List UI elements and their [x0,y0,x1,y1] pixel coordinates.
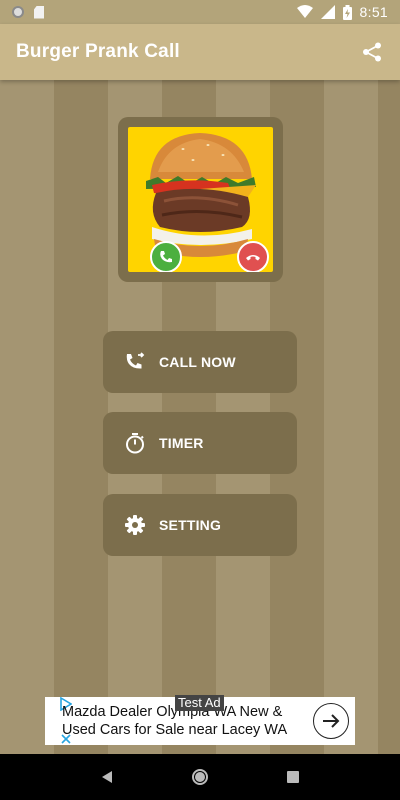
circle-icon [12,6,24,18]
home-button[interactable] [188,765,212,789]
arrow-right-icon [323,714,340,728]
battery-charging-icon [342,4,352,20]
burger-image [128,127,273,272]
caller-image-frame [118,117,283,282]
home-icon [191,769,208,785]
call-now-label: CALL NOW [159,354,236,370]
ad-line-2: Used Cars for Sale near Lacey WA [62,722,288,738]
timer-button[interactable]: TIMER [103,412,297,474]
back-icon [101,771,112,783]
wifi-icon [296,5,313,18]
setting-label: SETTING [159,517,222,533]
back-button[interactable] [95,765,119,789]
clock: 8:51 [359,4,388,20]
call-now-button[interactable]: CALL NOW [103,331,297,393]
gear-icon [123,513,147,537]
ad-banner[interactable]: Mazda Dealer Olympia WA New & Used Cars … [45,695,355,745]
share-button[interactable] [360,40,384,64]
app-bar: Burger Prank Call [0,24,400,80]
setting-button[interactable]: SETTING [103,494,297,556]
recents-icon [287,771,300,783]
timer-icon [123,431,147,455]
status-bar: 8:51 [0,0,400,24]
phone-forward-icon [123,350,147,374]
recents-button[interactable] [281,765,305,789]
timer-label: TIMER [159,435,204,451]
answer-call-icon [150,241,182,272]
signal-icon [320,5,335,19]
app-title: Burger Prank Call [16,41,180,62]
main-content: CALL NOW TIMER SETTING Mazda Dealer Olym… [0,80,400,754]
system-nav-bar [0,754,400,800]
decline-call-icon [237,241,269,272]
share-icon [363,42,381,62]
ad-arrow-button[interactable] [313,703,349,739]
sd-card-icon [34,5,44,19]
test-ad-label: Test Ad [175,695,224,711]
